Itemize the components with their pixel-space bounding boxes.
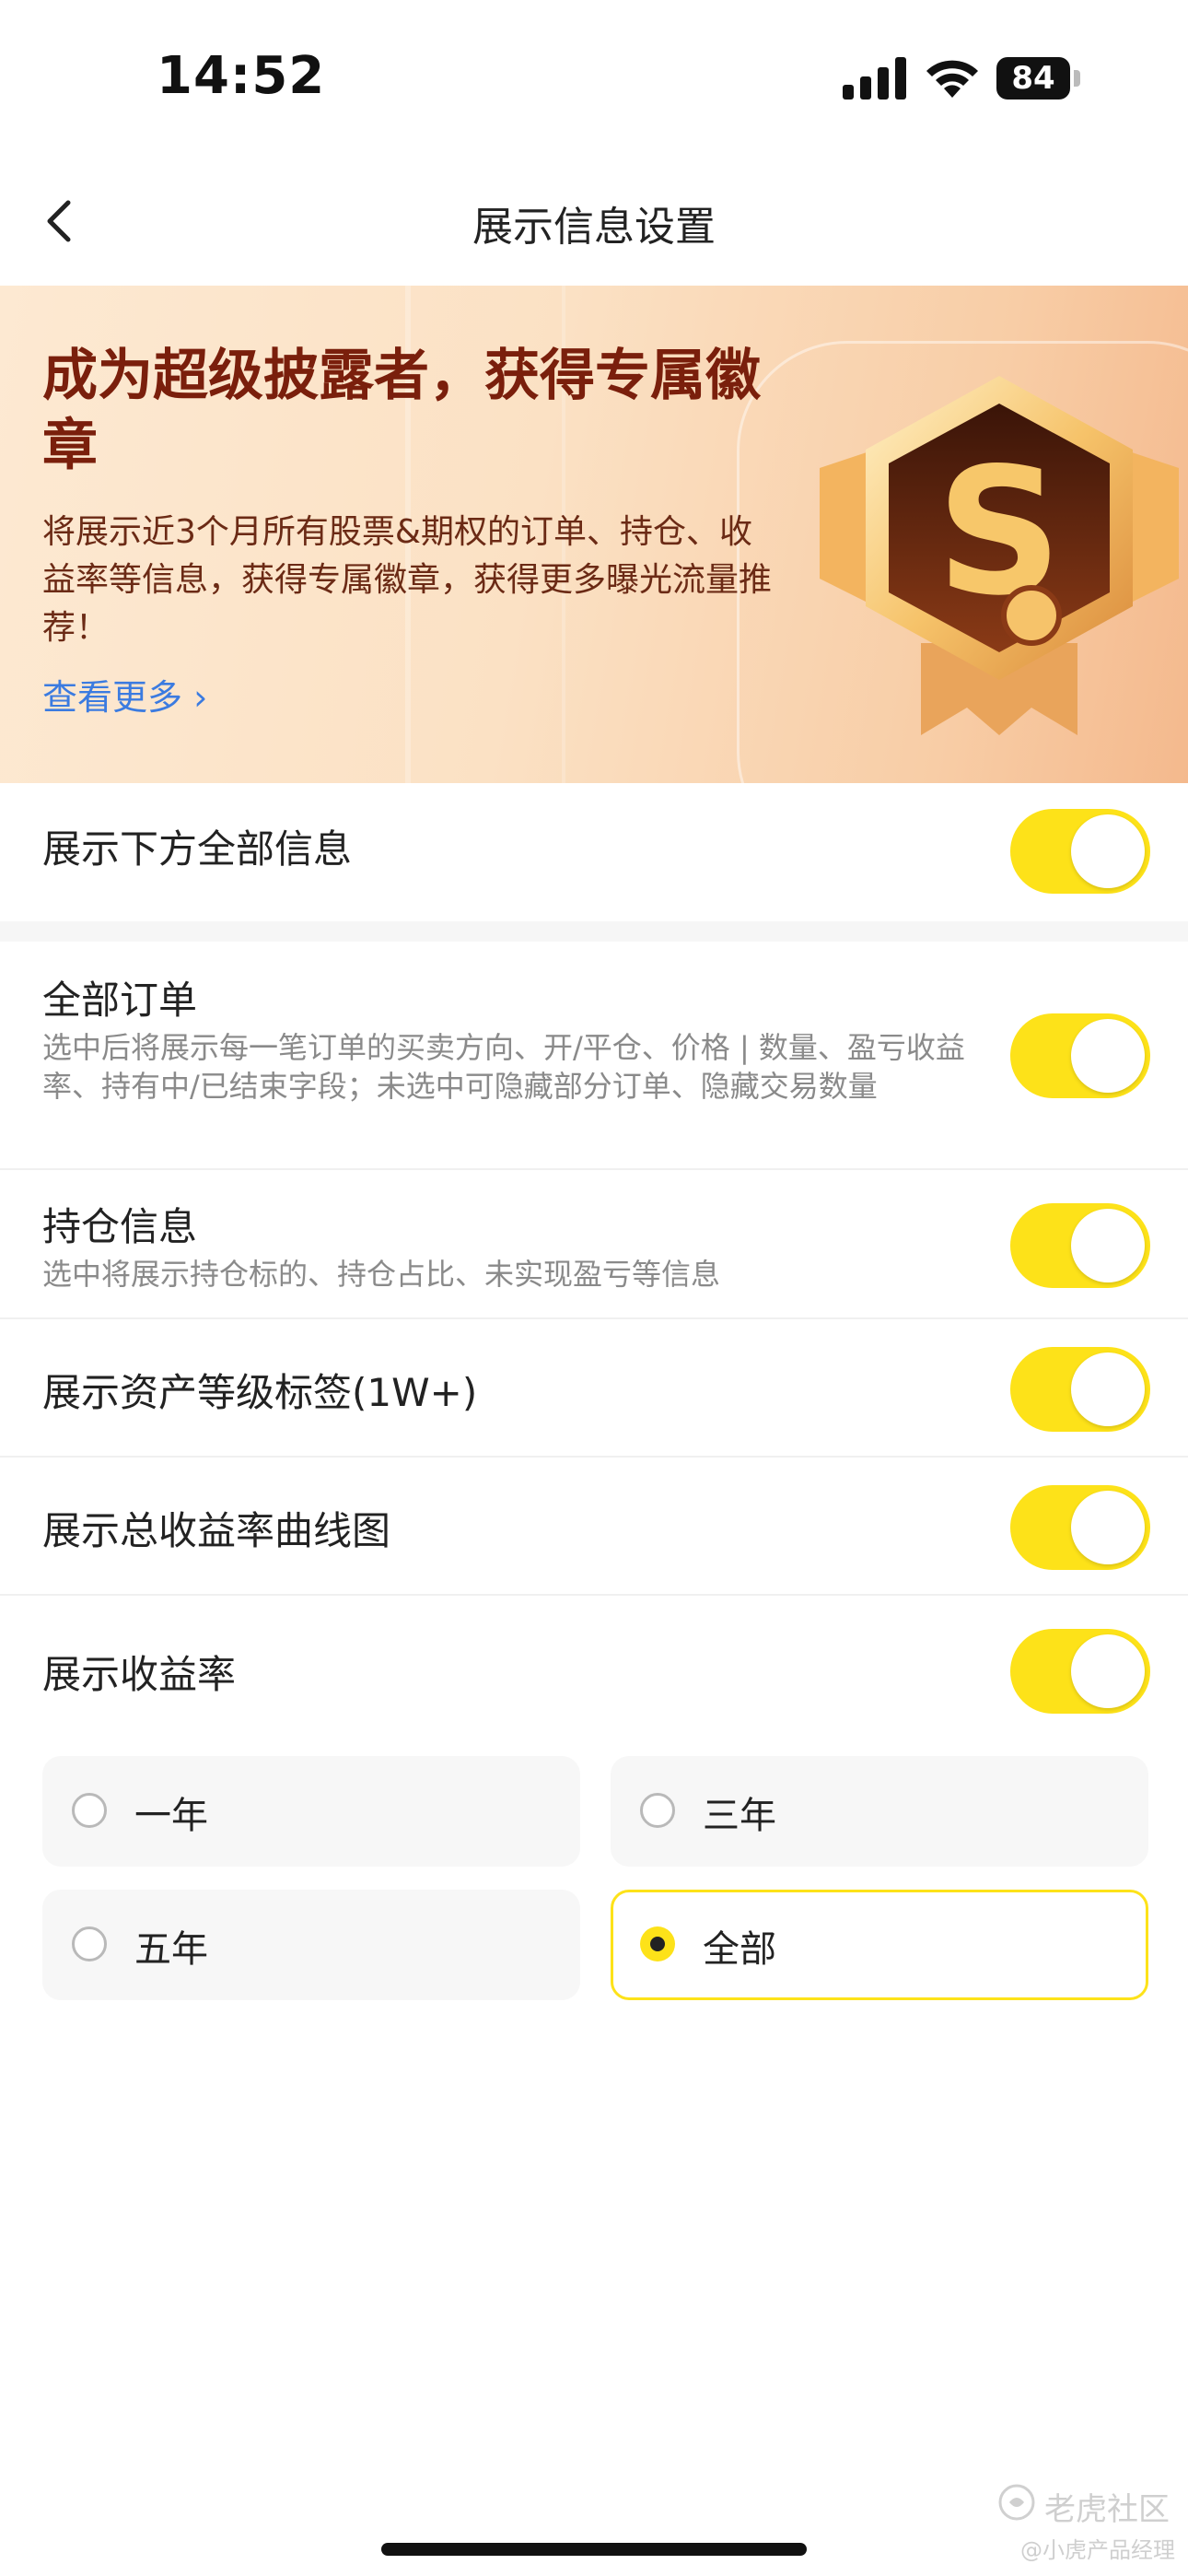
status-bar: 14:52 84 <box>0 0 1188 157</box>
wifi-icon <box>926 60 978 98</box>
page-title: 展示信息设置 <box>472 204 716 251</box>
show-all-label: 展示下方全部信息 <box>42 826 353 872</box>
return-rate-toggle[interactable] <box>1010 1629 1150 1714</box>
tiger-community-logo-icon <box>998 2484 1035 2521</box>
period-option-label: 五年 <box>134 1928 208 1971</box>
view-more-label: 查看更多 <box>42 677 183 718</box>
positions-label: 持仓信息 <box>42 1204 198 1249</box>
period-option-1y[interactable]: 一年 <box>42 1756 580 1867</box>
return-curve-toggle[interactable] <box>1010 1485 1150 1570</box>
chevron-right-icon: › <box>193 677 208 718</box>
setting-show-all: 展示下方全部信息 <box>0 783 1188 921</box>
positions-description: 选中将展示持仓标的、持仓占比、未实现盈亏等信息 <box>42 1257 721 1292</box>
setting-return-curve: 展示总收益率曲线图 <box>0 1458 1188 1594</box>
watermark-brand: 老虎社区 <box>1044 2491 1170 2528</box>
setting-return-rate: 展示收益率 <box>0 1596 1188 1734</box>
banner-title: 成为超级披露者，获得专属徽章 <box>42 344 761 478</box>
radio-checked-icon <box>640 1926 675 1961</box>
battery-level: 84 <box>996 57 1070 100</box>
status-time: 14:52 <box>157 46 326 106</box>
return-curve-label: 展示总收益率曲线图 <box>42 1508 391 1553</box>
show-all-toggle[interactable] <box>1010 809 1150 894</box>
setting-asset-tag: 展示资产等级标签(1W+) <box>0 1319 1188 1456</box>
super-discloser-banner: 成为超级披露者，获得专属徽章 将展示近3个月所有股票&期权的订单、持仓、收益率等… <box>0 286 1188 783</box>
asset-tag-toggle[interactable] <box>1010 1347 1150 1432</box>
radio-unchecked-icon <box>72 1793 107 1828</box>
period-option-all[interactable]: 全部 <box>611 1890 1148 2000</box>
cellular-signal-icon <box>843 57 906 100</box>
banner-description: 将展示近3个月所有股票&期权的订单、持仓、收益率等信息，获得专属徽章，获得更多曝… <box>42 513 773 647</box>
asset-tag-label: 展示资产等级标签(1W+) <box>42 1370 478 1415</box>
all-orders-label: 全部订单 <box>42 978 198 1023</box>
super-discloser-badge-icon: S <box>820 376 1179 735</box>
section-gap <box>0 921 1188 942</box>
view-more-link[interactable]: 查看更多 › <box>42 669 207 720</box>
radio-unchecked-icon <box>640 1793 675 1828</box>
period-option-label: 一年 <box>134 1795 208 1837</box>
period-option-5y[interactable]: 五年 <box>42 1890 580 2000</box>
period-option-3y[interactable]: 三年 <box>611 1756 1148 1867</box>
period-option-label: 全部 <box>703 1928 776 1971</box>
all-orders-toggle[interactable] <box>1010 1013 1150 1098</box>
setting-all-orders: 全部订单 选中后将展示每一笔订单的买卖方向、开/平仓、价格 | 数量、盈亏收益率… <box>0 942 1188 1168</box>
radio-unchecked-icon <box>72 1926 107 1961</box>
all-orders-description: 选中后将展示每一笔订单的买卖方向、开/平仓、价格 | 数量、盈亏收益率、持有中/… <box>42 1030 965 1104</box>
period-option-label: 三年 <box>703 1795 776 1837</box>
home-indicator <box>381 2543 807 2556</box>
positions-toggle[interactable] <box>1010 1203 1150 1288</box>
watermark-author: @小虎产品经理 <box>1020 2537 1175 2563</box>
return-rate-label: 展示收益率 <box>42 1652 237 1697</box>
navigation-bar: 展示信息设置 <box>0 157 1188 286</box>
battery-icon: 84 <box>996 57 1081 100</box>
setting-positions: 持仓信息 选中将展示持仓标的、持仓占比、未实现盈亏等信息 <box>0 1170 1188 1317</box>
